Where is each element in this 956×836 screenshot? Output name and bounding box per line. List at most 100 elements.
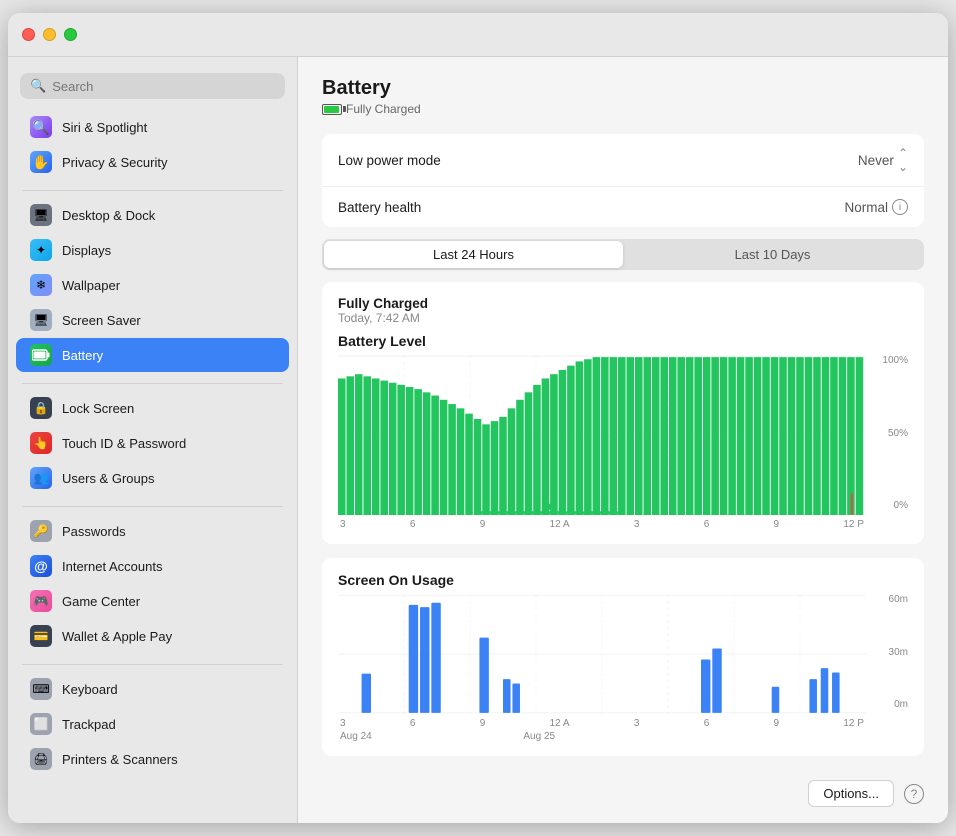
- sidebar-item-printers[interactable]: 🖨 Printers & Scanners: [16, 742, 289, 776]
- sidebar-item-keyboard[interactable]: ⌨ Keyboard: [16, 672, 289, 706]
- battery-level-svg: [338, 355, 866, 515]
- sidebar-label-wallpaper: Wallpaper: [62, 278, 120, 293]
- sidebar-label-screensaver: Screen Saver: [62, 313, 141, 328]
- sidebar-item-desktop[interactable]: 🖥 Desktop & Dock: [16, 198, 289, 232]
- screen-usage-wrapper: 60m 30m 0m: [338, 594, 908, 714]
- sidebar-label-users: Users & Groups: [62, 471, 154, 486]
- sidebar-item-users[interactable]: 👥 Users & Groups: [16, 461, 289, 495]
- sidebar-group-3: 🔒 Lock Screen 👆 Touch ID & Password 👥 Us…: [8, 390, 297, 496]
- battery-level-chart-container: Fully Charged Today, 7:42 AM Battery Lev…: [322, 282, 924, 544]
- sidebar-item-privacy[interactable]: ✋ Privacy & Security: [16, 145, 289, 179]
- sidebar-label-printers: Printers & Scanners: [62, 752, 178, 767]
- sidebar-item-wallpaper[interactable]: ❄ Wallpaper: [16, 268, 289, 302]
- sidebar-group-4: 🔑 Passwords @ Internet Accounts 🎮 Game C…: [8, 513, 297, 654]
- charge-status: Fully Charged Today, 7:42 AM: [338, 296, 908, 325]
- desktop-icon: 🖥: [30, 204, 52, 226]
- date-aug24: Aug 24: [340, 731, 523, 742]
- sidebar-label-siri: Siri & Spotlight: [62, 120, 147, 135]
- wallpaper-icon: ❄: [30, 274, 52, 296]
- search-input[interactable]: [52, 79, 275, 94]
- low-power-label: Low power mode: [338, 153, 441, 168]
- sidebar-item-internet[interactable]: @ Internet Accounts: [16, 549, 289, 583]
- gamecenter-icon: 🎮: [30, 590, 52, 612]
- traffic-lights: [22, 28, 77, 41]
- battery-chart-wrapper: 100% 50% 0%: [338, 355, 908, 515]
- low-power-value: Never: [858, 153, 894, 168]
- search-box[interactable]: 🔍: [20, 73, 285, 99]
- search-icon: 🔍: [30, 78, 46, 94]
- help-button[interactable]: ?: [904, 784, 924, 804]
- options-button[interactable]: Options...: [808, 780, 894, 807]
- x-label-3a: 3: [340, 519, 346, 530]
- battery-health-row: Battery health Normal i: [322, 187, 924, 227]
- sidebar-label-privacy: Privacy & Security: [62, 155, 167, 170]
- usage-y-labels: 60m 30m 0m: [889, 594, 908, 710]
- y-label-100: 100%: [882, 355, 908, 366]
- minimize-button[interactable]: [43, 28, 56, 41]
- internet-icon: @: [30, 555, 52, 577]
- y-label-0m: 0m: [894, 699, 908, 710]
- sidebar-item-wallet[interactable]: 💳 Wallet & Apple Pay: [16, 619, 289, 653]
- sidebar: 🔍 🔍 Siri & Spotlight ✋ Privacy & Securit…: [8, 57, 298, 823]
- users-icon: 👥: [30, 467, 52, 489]
- passwords-icon: 🔑: [30, 520, 52, 542]
- keyboard-icon: ⌨: [30, 678, 52, 700]
- sidebar-item-passwords[interactable]: 🔑 Passwords: [16, 514, 289, 548]
- y-label-30m: 30m: [889, 647, 908, 658]
- x-label-3p: 3: [634, 519, 640, 530]
- siri-icon: 🔍: [30, 116, 52, 138]
- x-label-9p: 9: [774, 519, 780, 530]
- sidebar-label-keyboard: Keyboard: [62, 682, 118, 697]
- x-label-6a: 6: [410, 519, 416, 530]
- sidebar-group-top: 🔍 Siri & Spotlight ✋ Privacy & Security: [8, 109, 297, 180]
- tab-10d[interactable]: Last 10 Days: [623, 241, 922, 268]
- battery-x-labels: 3 6 9 12 A 3 6 9 12 P: [338, 515, 908, 530]
- sidebar-item-displays[interactable]: ✦ Displays: [16, 233, 289, 267]
- battery-icon: [30, 344, 52, 366]
- low-power-value-container[interactable]: Never ⌃⌄: [858, 146, 908, 174]
- main-content: 🔍 🔍 Siri & Spotlight ✋ Privacy & Securit…: [8, 57, 948, 823]
- sidebar-label-lockscreen: Lock Screen: [62, 401, 134, 416]
- usage-x-labels: 3 6 9 12 A 3 6 9 12 P: [338, 714, 908, 729]
- battery-health-value: Normal: [844, 200, 888, 215]
- sidebar-label-wallet: Wallet & Apple Pay: [62, 629, 172, 644]
- stepper-icon: ⌃⌄: [898, 146, 908, 174]
- charge-status-title: Fully Charged: [338, 296, 908, 311]
- sidebar-divider-4: [22, 664, 283, 665]
- y-label-50: 50%: [888, 428, 908, 439]
- close-button[interactable]: [22, 28, 35, 41]
- info-icon[interactable]: i: [892, 199, 908, 215]
- sidebar-label-displays: Displays: [62, 243, 111, 258]
- settings-rows: Low power mode Never ⌃⌄ Battery health N…: [322, 134, 924, 227]
- main-panel: Battery Fully Charged Low power mode Nev…: [298, 57, 948, 823]
- x-label-12a: 12 A: [550, 519, 570, 530]
- x-label-6p: 6: [704, 519, 710, 530]
- wallet-icon: 💳: [30, 625, 52, 647]
- sidebar-label-touchid: Touch ID & Password: [62, 436, 186, 451]
- ux-label-6p: 6: [704, 718, 710, 729]
- sidebar-label-desktop: Desktop & Dock: [62, 208, 155, 223]
- page-title: Battery: [322, 77, 924, 100]
- ux-label-3p: 3: [634, 718, 640, 729]
- maximize-button[interactable]: [64, 28, 77, 41]
- screen-usage-chart-container: Screen On Usage: [322, 558, 924, 756]
- sidebar-item-lockscreen[interactable]: 🔒 Lock Screen: [16, 391, 289, 425]
- ux-label-12p: 12 P: [843, 718, 864, 729]
- title-bar: [8, 13, 948, 57]
- sidebar-item-siri[interactable]: 🔍 Siri & Spotlight: [16, 110, 289, 144]
- printers-icon: 🖨: [30, 748, 52, 770]
- ux-label-9p: 9: [774, 718, 780, 729]
- sidebar-item-screensaver[interactable]: 🖥 Screen Saver: [16, 303, 289, 337]
- x-label-9a: 9: [480, 519, 486, 530]
- page-header: Battery Fully Charged: [322, 77, 924, 116]
- sidebar-item-battery[interactable]: Battery: [16, 338, 289, 372]
- sidebar-group-2: 🖥 Desktop & Dock ✦ Displays ❄ Wallpaper …: [8, 197, 297, 373]
- bottom-bar: Options... ?: [322, 770, 924, 811]
- search-container: 🔍: [8, 67, 297, 109]
- tab-24h[interactable]: Last 24 Hours: [324, 241, 623, 268]
- lockscreen-icon: 🔒: [30, 397, 52, 419]
- sidebar-item-trackpad[interactable]: ⬜ Trackpad: [16, 707, 289, 741]
- battery-health-value-container: Normal i: [844, 199, 908, 215]
- sidebar-item-gamecenter[interactable]: 🎮 Game Center: [16, 584, 289, 618]
- sidebar-item-touchid[interactable]: 👆 Touch ID & Password: [16, 426, 289, 460]
